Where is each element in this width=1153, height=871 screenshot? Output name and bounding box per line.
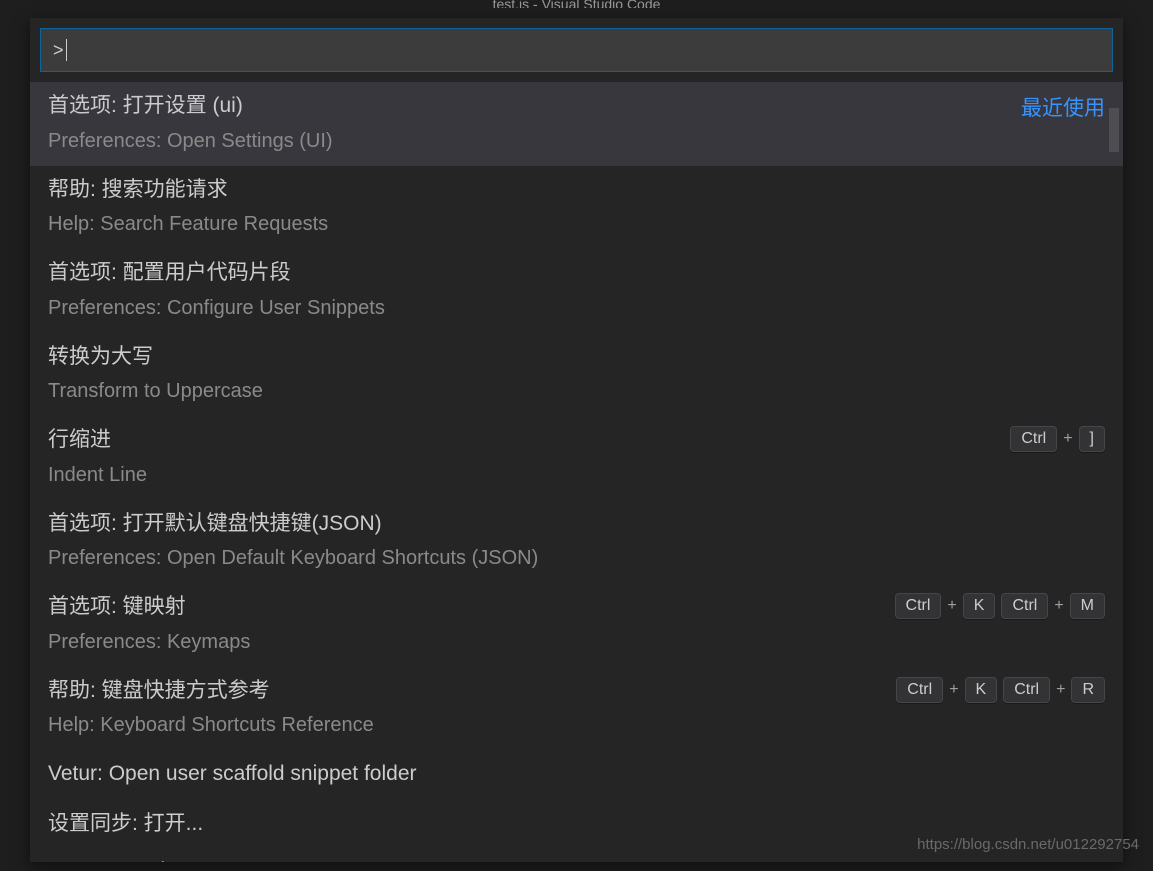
keybinding-group: Ctrl + M bbox=[1001, 593, 1105, 619]
command-labels: 首选项: 键映射 Preferences: Keymaps bbox=[48, 591, 895, 657]
plus-icon: + bbox=[1063, 430, 1072, 448]
command-title: 首选项: 打开默认键盘快捷键(JSON) bbox=[48, 508, 1105, 540]
command-title: 转换为大写 bbox=[48, 341, 1105, 373]
command-title: 首选项: 打开设置 (ui) bbox=[48, 90, 1021, 122]
command-item[interactable]: 帮助: 搜索功能请求Help: Search Feature Requests bbox=[30, 166, 1123, 250]
command-subtitle: Preferences: Configure User Snippets bbox=[48, 293, 1105, 323]
command-search-box[interactable]: > bbox=[40, 28, 1113, 72]
keybinding-group: Ctrl +] bbox=[1010, 426, 1105, 452]
command-item[interactable]: 首选项: 打开默认键盘快捷键(JSON)Preferences: Open De… bbox=[30, 500, 1123, 584]
key: K bbox=[963, 593, 996, 619]
key: Ctrl bbox=[895, 593, 942, 619]
command-labels: 首选项: 配置用户代码片段 Preferences: Configure User… bbox=[48, 257, 1105, 323]
plus-icon: + bbox=[1056, 681, 1065, 699]
command-title: 帮助: 搜索功能请求 bbox=[48, 174, 1105, 206]
command-subtitle: Help: Search Feature Requests bbox=[48, 209, 1105, 239]
command-right: Ctrl +] bbox=[1010, 426, 1105, 452]
command-labels: 首选项: 打开设置 (ui) Preferences: Open Settings… bbox=[48, 90, 1021, 156]
key: M bbox=[1070, 593, 1105, 619]
command-item[interactable]: 转换为大写Transform to Uppercase bbox=[30, 333, 1123, 417]
key: R bbox=[1071, 677, 1105, 703]
command-title: 首选项: 配置用户代码片段 bbox=[48, 257, 1105, 289]
key: ] bbox=[1079, 426, 1105, 452]
plus-icon: + bbox=[949, 681, 958, 699]
command-right: Ctrl+KCtrl+R bbox=[896, 677, 1105, 703]
scrollbar-thumb[interactable] bbox=[1109, 108, 1119, 152]
command-item[interactable]: 帮助: 键盘快捷方式参考Help: Keyboard Shortcuts Ref… bbox=[30, 667, 1123, 751]
keybinding: Ctrl+KCtrl+M bbox=[895, 593, 1105, 619]
command-item[interactable]: 首选项: 配置用户代码片段 Preferences: Configure User… bbox=[30, 249, 1123, 333]
plus-icon: + bbox=[947, 597, 956, 615]
command-labels: 帮助: 键盘快捷方式参考Help: Keyboard Shortcuts Ref… bbox=[48, 675, 896, 741]
recent-label: 最近使用 bbox=[1021, 92, 1105, 122]
command-item[interactable]: Vetur: Open user scaffold snippet folder bbox=[30, 750, 1123, 800]
command-labels: 首选项: 打开默认键盘快捷键(JSON)Preferences: Open De… bbox=[48, 508, 1105, 574]
command-labels: 转换为大写Transform to Uppercase bbox=[48, 341, 1105, 407]
command-item[interactable]: 首选项: 键映射Preferences: KeymapsCtrl+KCtrl+M bbox=[30, 583, 1123, 667]
command-palette: > 首选项: 打开设置 (ui) Preferences: Open Settin… bbox=[30, 18, 1123, 862]
command-subtitle: Transform to Uppercase bbox=[48, 376, 1105, 406]
keybinding: Ctrl +] bbox=[1010, 426, 1105, 452]
search-prompt: > bbox=[53, 40, 64, 61]
command-title: 行缩进 bbox=[48, 424, 1010, 456]
keybinding-group: Ctrl + K bbox=[896, 677, 997, 703]
command-right: Ctrl+KCtrl+M bbox=[895, 593, 1105, 619]
command-subtitle: Indent Line bbox=[48, 460, 1010, 490]
window-title: test.js - Visual Studio Code bbox=[493, 0, 661, 8]
command-labels: 设置同步: 打开... bbox=[48, 808, 1105, 840]
plus-icon: + bbox=[1054, 597, 1063, 615]
command-labels: 帮助: 搜索功能请求Help: Search Feature Requests bbox=[48, 174, 1105, 240]
command-labels: Vetur: Open user scaffold snippet folder bbox=[48, 758, 1105, 790]
command-title: 配置显示语言 bbox=[48, 857, 1105, 862]
command-title: Vetur: Open user scaffold snippet folder bbox=[48, 758, 1105, 790]
command-subtitle: Help: Keyboard Shortcuts Reference bbox=[48, 710, 896, 740]
title-bar: test.js - Visual Studio Code bbox=[0, 0, 1153, 8]
keybinding: Ctrl+KCtrl+R bbox=[896, 677, 1105, 703]
keybinding-group: Ctrl + K bbox=[895, 593, 996, 619]
command-subtitle: Preferences: Keymaps bbox=[48, 627, 895, 657]
command-item[interactable]: 首选项: 打开设置 (ui) Preferences: Open Settings… bbox=[30, 82, 1123, 166]
command-item[interactable]: 行缩进 Indent LineCtrl +] bbox=[30, 416, 1123, 500]
key: Ctrl bbox=[1003, 677, 1050, 703]
key: Ctrl bbox=[1010, 426, 1057, 452]
watermark: https://blog.csdn.net/u012292754 bbox=[917, 836, 1139, 853]
command-list: 首选项: 打开设置 (ui) Preferences: Open Settings… bbox=[30, 82, 1123, 862]
command-labels: 配置显示语言Configure Display Language bbox=[48, 857, 1105, 862]
keybinding-group: Ctrl + R bbox=[1003, 677, 1105, 703]
command-search-input[interactable] bbox=[67, 40, 1101, 61]
key: K bbox=[965, 677, 998, 703]
command-labels: 行缩进 Indent Line bbox=[48, 424, 1010, 490]
command-subtitle: Preferences: Open Settings (UI) bbox=[48, 126, 1021, 156]
command-title: 设置同步: 打开... bbox=[48, 808, 1105, 840]
command-subtitle: Preferences: Open Default Keyboard Short… bbox=[48, 543, 1105, 573]
command-title: 帮助: 键盘快捷方式参考 bbox=[48, 675, 896, 707]
command-right: 最近使用 bbox=[1021, 92, 1105, 122]
key: Ctrl bbox=[896, 677, 943, 703]
key: Ctrl bbox=[1001, 593, 1048, 619]
command-title: 首选项: 键映射 bbox=[48, 591, 895, 623]
